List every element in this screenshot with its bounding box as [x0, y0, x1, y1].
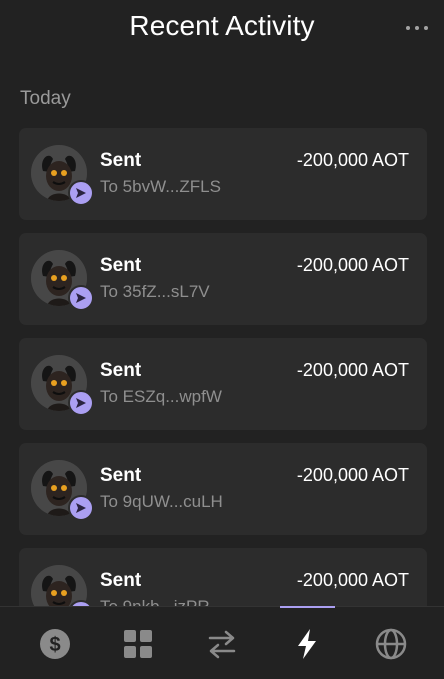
activity-title: Sent — [100, 255, 142, 276]
grid-icon — [124, 630, 152, 658]
activity-amount: -200,000 AOT — [296, 255, 409, 275]
tab-collectibles[interactable] — [121, 627, 155, 661]
more-dot-icon — [415, 26, 419, 30]
section-label-today: Today — [20, 88, 71, 109]
activity-recipient: To 5bvW...ZFLS — [100, 177, 221, 196]
header: Recent Activity — [0, 0, 444, 60]
activity-recipient: To 35fZ...sL7V — [100, 282, 210, 301]
activity-title: Sent — [100, 465, 142, 486]
bottom-tab-bar: $ — [0, 606, 444, 679]
activity-item[interactable]: Sent To 35fZ...sL7V -200,000 AOT — [19, 233, 427, 325]
send-icon — [68, 390, 94, 416]
send-icon — [68, 285, 94, 311]
activity-amount: -200,000 AOT — [296, 570, 409, 590]
activity-amount: -200,000 AOT — [296, 465, 409, 485]
swap-icon — [208, 630, 236, 659]
send-icon — [68, 495, 94, 521]
globe-icon — [375, 628, 407, 660]
activity-list: Sent To 5bvW...ZFLS -200,000 AOT Sent To… — [19, 128, 427, 653]
more-dot-icon — [406, 26, 410, 30]
tab-browser[interactable] — [374, 627, 408, 661]
activity-item[interactable]: Sent To ESZq...wpfW -200,000 AOT — [19, 338, 427, 430]
activity-amount: -200,000 AOT — [296, 360, 409, 380]
tab-swap[interactable] — [205, 627, 239, 661]
more-options-button[interactable] — [406, 18, 428, 38]
activity-title: Sent — [100, 360, 142, 381]
recent-activity-screen: Recent Activity Today Sent To 5bvW...ZFL… — [0, 0, 444, 679]
tab-wallet[interactable]: $ — [38, 627, 72, 661]
activity-amount: -200,000 AOT — [296, 150, 409, 170]
activity-recipient: To 9qUW...cuLH — [100, 492, 223, 511]
tab-activity[interactable] — [290, 627, 324, 661]
activity-item[interactable]: Sent To 9qUW...cuLH -200,000 AOT — [19, 443, 427, 535]
activity-title: Sent — [100, 570, 142, 591]
lightning-icon — [298, 629, 316, 659]
svg-text:$: $ — [49, 634, 60, 656]
activity-recipient: To ESZq...wpfW — [100, 387, 222, 406]
dollar-icon: $ — [40, 629, 70, 659]
activity-item[interactable]: Sent To 5bvW...ZFLS -200,000 AOT — [19, 128, 427, 220]
activity-title: Sent — [100, 150, 142, 171]
more-dot-icon — [424, 26, 428, 30]
send-icon — [68, 180, 94, 206]
active-tab-indicator — [280, 606, 335, 608]
page-title: Recent Activity — [129, 10, 315, 41]
